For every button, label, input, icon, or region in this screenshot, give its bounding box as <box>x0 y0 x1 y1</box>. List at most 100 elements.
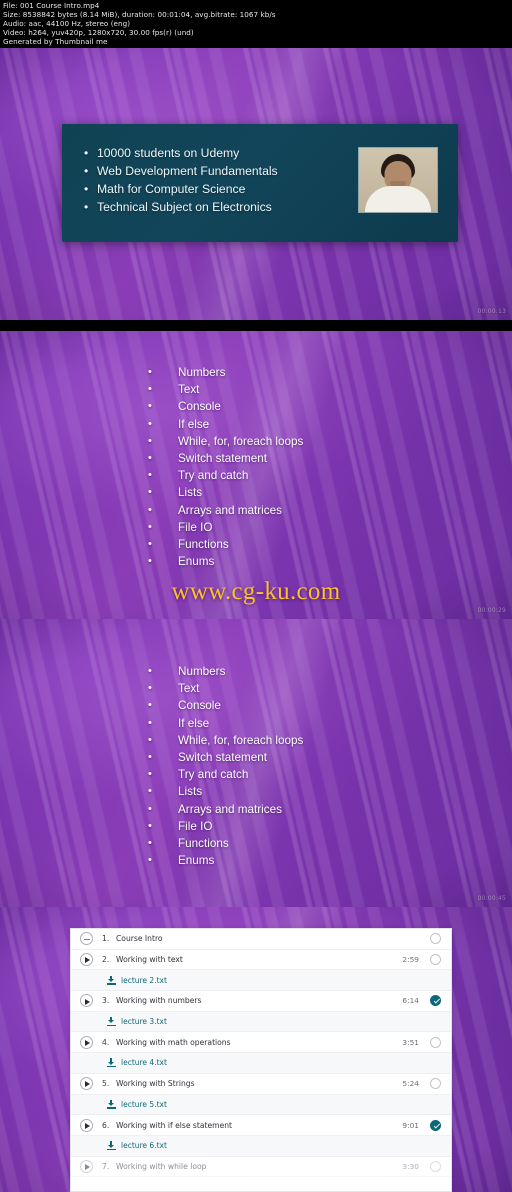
instructor-portrait <box>358 147 438 213</box>
thumbnail-frame-3: Numbers Text Console If else While, for,… <box>0 619 512 907</box>
curriculum-row[interactable]: 3. Working with numbers 6:14 <box>71 991 451 1012</box>
meta-line-file: File: 001 Course Intro.mp4 <box>3 1 100 10</box>
intro-bullet: Web Development Fundamentals <box>84 162 278 180</box>
attachment-row[interactable]: lecture 5.txt <box>71 1094 451 1116</box>
thumbnail-frame-2: Numbers Text Console If else While, for,… <box>0 331 512 619</box>
completion-checkbox[interactable] <box>430 954 441 966</box>
curriculum-row[interactable]: 2. Working with text 2:59 <box>71 950 451 971</box>
row-duration: 2:59 <box>402 955 419 965</box>
attachment-row[interactable]: lecture 4.txt <box>71 1053 451 1074</box>
collapse-icon[interactable] <box>80 932 93 946</box>
play-icon[interactable] <box>80 994 93 1008</box>
row-number: 3. <box>102 996 110 1006</box>
row-title: Course Intro <box>116 934 163 944</box>
topic-bullet: Numbers <box>148 364 303 381</box>
frame-timestamp-3: 00:00:45 <box>477 895 506 902</box>
topic-bullet: While, for, foreach loops <box>148 732 303 749</box>
topic-bullet: Switch statement <box>148 749 303 766</box>
completion-checkbox[interactable] <box>430 1078 441 1090</box>
attachment-row[interactable]: lecture 3.txt <box>71 1011 451 1033</box>
intro-bullet: Math for Computer Science <box>84 180 278 198</box>
attachment-row[interactable]: lecture 6.txt <box>71 1135 451 1157</box>
completion-checkbox[interactable] <box>430 1036 441 1048</box>
row-duration: 3:51 <box>402 1037 419 1047</box>
meta-line-generator: Generated by Thumbnail me <box>3 37 108 47</box>
topic-bullet: Enums <box>148 852 303 869</box>
topic-bullet: While, for, foreach loops <box>148 433 303 450</box>
topic-bullet-list: Numbers Text Console If else While, for,… <box>148 364 303 571</box>
portrait-shirt <box>365 186 431 212</box>
topic-bullet: If else <box>148 416 303 433</box>
topic-bullet: File IO <box>148 519 303 536</box>
row-number: 2. <box>102 955 110 965</box>
curriculum-row[interactable]: 1. Course Intro <box>71 929 451 950</box>
topic-bullet: File IO <box>148 818 303 835</box>
row-title: Working with text <box>116 955 183 965</box>
frame-timestamp-2: 00:00:29 <box>477 607 506 614</box>
meta-line-size: Size: 8538842 bytes (8.14 MiB), duration… <box>3 10 276 20</box>
intro-bullet-list: 10000 students on Udemy Web Development … <box>84 143 278 216</box>
play-icon[interactable] <box>80 1159 93 1173</box>
topic-bullet: Console <box>148 398 303 415</box>
topic-bullet: Try and catch <box>148 766 303 783</box>
attachment-title[interactable]: lecture 5.txt <box>121 1100 167 1109</box>
curriculum-row[interactable]: 6. Working with if else statement 9:01 <box>71 1115 451 1136</box>
topic-bullet: Text <box>148 381 303 398</box>
topic-bullet: Functions <box>148 835 303 852</box>
attachment-title[interactable]: lecture 4.txt <box>121 1058 167 1067</box>
play-icon[interactable] <box>80 1077 93 1091</box>
topic-bullet: Arrays and matrices <box>148 801 303 818</box>
completion-checkbox[interactable] <box>430 1160 441 1172</box>
attachment-title[interactable]: lecture 2.txt <box>121 976 167 985</box>
row-title: Working with math operations <box>116 1037 231 1047</box>
video-metadata-header: File: 001 Course Intro.mp4 Size: 8538842… <box>0 0 512 48</box>
attachment-title[interactable]: lecture 6.txt <box>121 1141 167 1150</box>
topic-bullet: Text <box>148 680 303 697</box>
meta-line-audio: Audio: aac, 44100 Hz, stereo (eng) <box>3 19 131 29</box>
thumbnail-frame-4: 1. Course Intro 2. Working with text 2:5… <box>0 907 512 1192</box>
curriculum-panel[interactable]: 1. Course Intro 2. Working with text 2:5… <box>70 928 452 1192</box>
topic-bullet-list: Numbers Text Console If else While, for,… <box>148 663 303 870</box>
row-title: Working with while loop <box>116 1161 207 1171</box>
row-number: 7. <box>102 1161 110 1171</box>
site-watermark: www.cg-ku.com <box>171 578 341 605</box>
completion-checkbox[interactable] <box>430 1119 441 1131</box>
download-icon[interactable] <box>107 975 116 985</box>
download-icon[interactable] <box>107 1058 116 1068</box>
curriculum-row[interactable]: 7. Working with while loop 3:30 <box>71 1157 451 1178</box>
attachment-row[interactable]: lecture 2.txt <box>71 970 451 992</box>
frame-timestamp-1: 00:00:13 <box>477 308 506 315</box>
download-icon[interactable] <box>107 1141 116 1151</box>
curriculum-row[interactable]: 5. Working with Strings 5:24 <box>71 1074 451 1095</box>
topic-bullet: Try and catch <box>148 467 303 484</box>
play-icon[interactable] <box>80 953 93 967</box>
attachment-title[interactable]: lecture 3.txt <box>121 1017 167 1026</box>
topic-bullet: Switch statement <box>148 450 303 467</box>
topic-bullet: Enums <box>148 553 303 570</box>
topic-bullet: Lists <box>148 783 303 800</box>
row-number: 1. <box>102 934 110 944</box>
play-icon[interactable] <box>80 1035 93 1049</box>
completion-checkbox[interactable] <box>430 933 441 945</box>
topic-bullet: Console <box>148 697 303 714</box>
topic-bullet: Lists <box>148 484 303 501</box>
topic-bullet: Arrays and matrices <box>148 502 303 519</box>
intro-bullet: 10000 students on Udemy <box>84 143 278 162</box>
completion-checkbox[interactable] <box>430 995 441 1007</box>
thumbnail-frame-1: 10000 students on Udemy Web Development … <box>0 48 512 320</box>
row-title: Working with if else statement <box>116 1120 233 1130</box>
row-duration: 3:30 <box>402 1161 419 1171</box>
download-icon[interactable] <box>107 1017 116 1027</box>
intro-bullet: Technical Subject on Electronics <box>84 198 278 216</box>
row-duration: 6:14 <box>402 996 419 1006</box>
row-duration: 5:24 <box>402 1079 419 1089</box>
download-icon[interactable] <box>107 1099 116 1109</box>
topic-bullet: Functions <box>148 536 303 553</box>
row-duration: 9:01 <box>402 1120 419 1130</box>
play-icon[interactable] <box>80 1118 93 1132</box>
row-number: 6. <box>102 1120 110 1130</box>
row-title: Working with numbers <box>116 996 202 1006</box>
curriculum-row[interactable]: 4. Working with math operations 3:51 <box>71 1032 451 1054</box>
meta-line-video: Video: h264, yuv420p, 1280x720, 30.00 fp… <box>3 28 194 38</box>
row-number: 4. <box>102 1037 110 1047</box>
